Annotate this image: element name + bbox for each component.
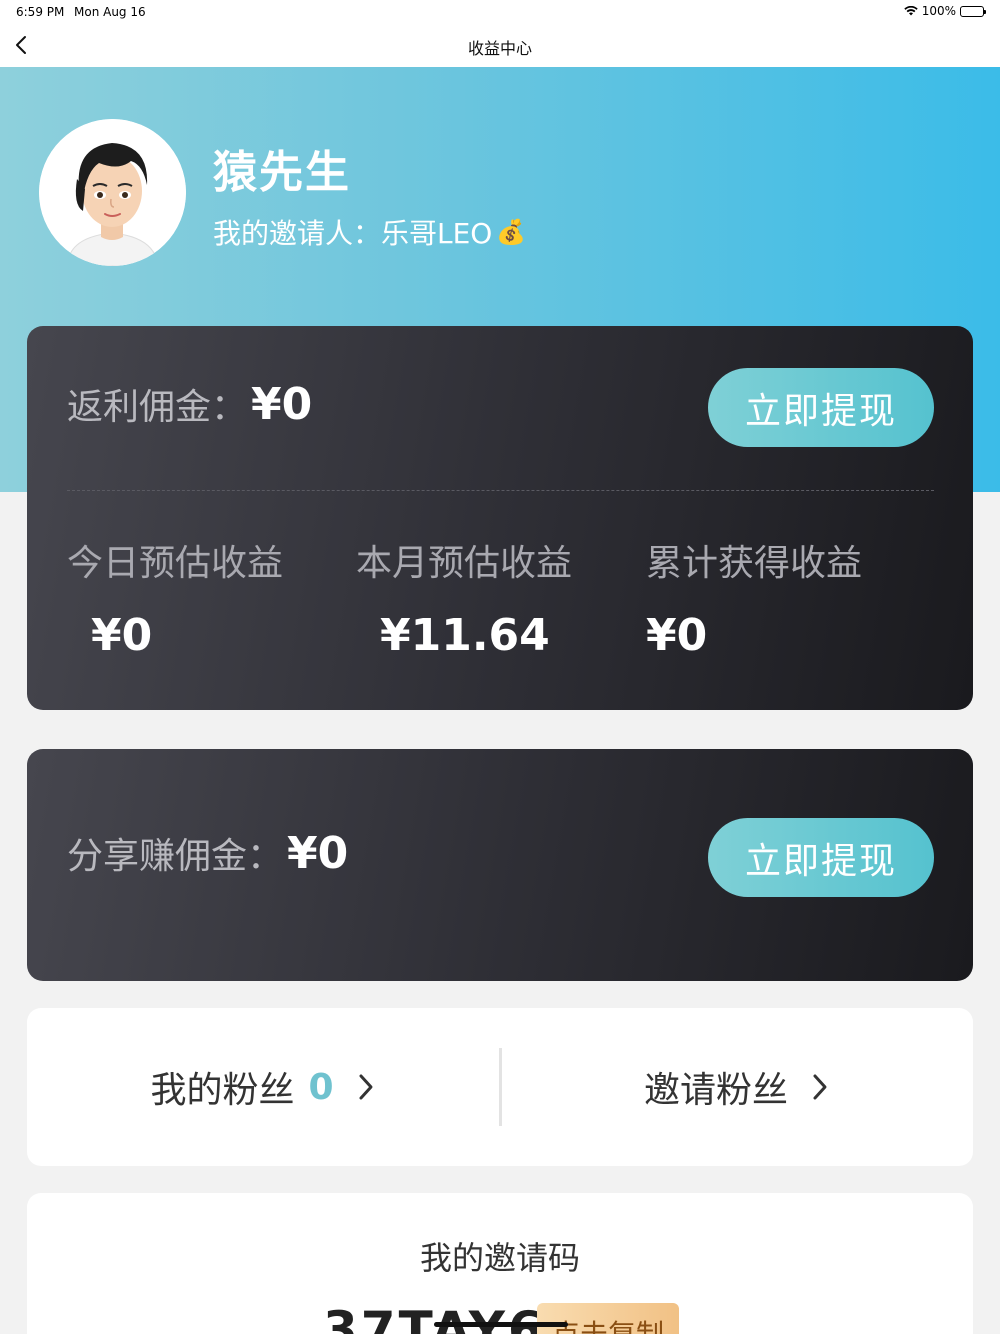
status-right: 100% <box>903 4 986 18</box>
wifi-icon <box>903 6 918 16</box>
divider <box>67 490 934 491</box>
share-label: 分享赚佣金： <box>67 836 284 877</box>
home-indicator <box>434 1322 568 1327</box>
status-bar: 6:59 PM Mon Aug 16 100% <box>0 0 1000 24</box>
rebate-label: 返利佣金： <box>67 387 248 428</box>
my-fans-button[interactable]: 我的粉丝 0 <box>27 1008 499 1166</box>
stat-value: ¥0 <box>91 610 153 661</box>
user-name: 猿先生 <box>213 147 351 198</box>
stat-today: 今日预估收益 ¥0 <box>67 534 283 661</box>
inviter-label: 我的邀请人： <box>213 217 382 250</box>
fans-card: 我的粉丝 0 邀请粉丝 <box>27 1008 973 1166</box>
status-date: Mon Aug 16 <box>74 5 146 19</box>
battery-percent: 100% <box>921 4 956 18</box>
inviter-line: 我的邀请人： 乐哥LEO 💰 <box>213 212 526 252</box>
rebate-commission: 返利佣金： ¥0 <box>67 378 312 430</box>
my-fans-label: 我的粉丝 <box>150 1070 295 1111</box>
stat-label: 本月预估收益 <box>356 543 573 584</box>
status-time: 6:59 PM <box>16 5 65 19</box>
share-card: 分享赚佣金： ¥0 立即提现 <box>27 749 973 981</box>
stat-month: 本月预估收益 ¥11.64 <box>356 534 572 661</box>
stat-value: ¥11.64 <box>380 610 550 661</box>
avatar <box>39 119 186 266</box>
moneybag-icon: 💰 <box>496 218 527 246</box>
fans-count: 0 <box>308 1066 334 1108</box>
stat-value: ¥0 <box>646 610 708 661</box>
share-commission: 分享赚佣金： ¥0 <box>67 827 348 879</box>
page-title: 收益中心 <box>467 39 532 58</box>
invite-code-title: 我的邀请码 <box>419 1239 580 1277</box>
invite-code-card: 我的邀请码 37TAY6 点击复制 <box>27 1193 973 1334</box>
rebate-amount: ¥0 <box>251 379 313 430</box>
stat-label: 累计获得收益 <box>646 543 863 584</box>
battery-icon <box>960 5 986 17</box>
chevron-right-icon <box>813 1074 827 1100</box>
inviter-name: 乐哥LEO <box>381 217 493 250</box>
rebate-card: 返利佣金： ¥0 立即提现 今日预估收益 ¥0 本月预估收益 ¥11.64 累计… <box>27 326 973 710</box>
stat-total: 累计获得收益 ¥0 <box>646 534 862 661</box>
nav-bar: 收益中心 <box>0 24 1000 67</box>
invite-fans-button[interactable]: 邀请粉丝 <box>501 1008 973 1166</box>
chevron-right-icon <box>359 1074 373 1100</box>
invite-code: 37TAY6 <box>323 1301 546 1334</box>
copy-code-button[interactable]: 点击复制 <box>537 1303 679 1334</box>
stat-label: 今日预估收益 <box>67 543 284 584</box>
invite-fans-label: 邀请粉丝 <box>643 1070 788 1111</box>
share-withdraw-button[interactable]: 立即提现 <box>708 818 934 897</box>
rebate-withdraw-button[interactable]: 立即提现 <box>708 368 934 447</box>
share-amount: ¥0 <box>287 828 349 879</box>
